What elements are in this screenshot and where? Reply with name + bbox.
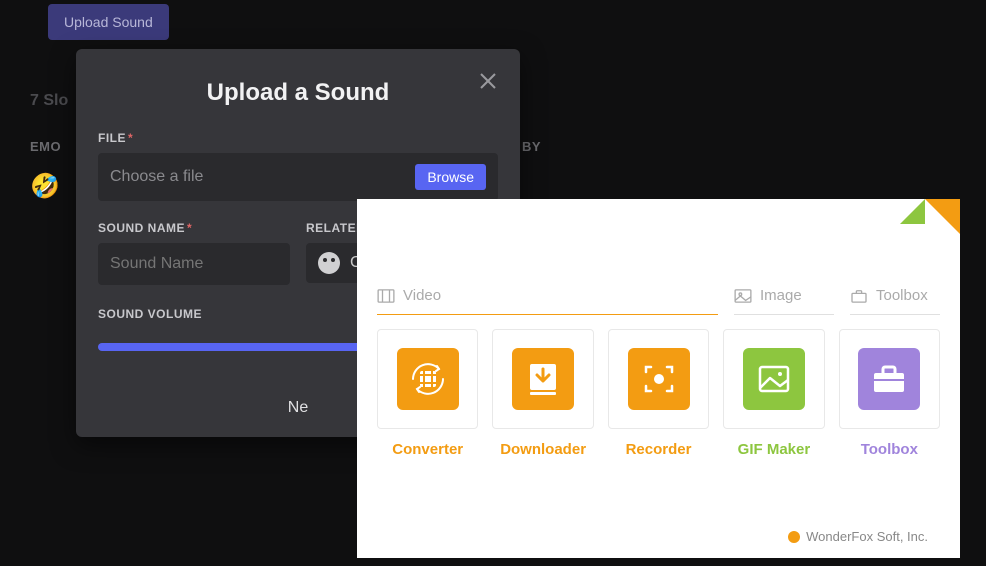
emoji-column-label: EMO [30, 139, 61, 154]
tab-toolbox[interactable]: Toolbox [850, 287, 940, 315]
tile-toolbox[interactable]: Toolbox [839, 329, 940, 458]
corner-decoration-green [900, 199, 925, 224]
tab-image[interactable]: Image [734, 287, 834, 315]
toolbox-tile-icon [858, 348, 920, 410]
converter-icon [397, 348, 459, 410]
video-icon [377, 289, 395, 303]
wonderfox-footer: WonderFox Soft, Inc. [788, 529, 928, 544]
gifmaker-icon [743, 348, 805, 410]
tile-downloader[interactable]: Downloader [492, 329, 593, 458]
close-icon[interactable] [476, 69, 500, 93]
file-placeholder: Choose a file [110, 168, 203, 186]
wonderfox-logo-icon [788, 531, 800, 543]
modal-title: Upload a Sound [98, 79, 498, 107]
sound-name-label: SOUND NAME* [98, 221, 290, 235]
wonderfox-panel: Video Image Toolbox Converter Downloader [357, 199, 960, 558]
slots-text: 7 Slo [30, 92, 68, 110]
file-input[interactable]: Choose a file Browse [98, 153, 498, 201]
tile-gifmaker[interactable]: GIF Maker [723, 329, 824, 458]
smiley-icon [318, 252, 340, 274]
image-icon [734, 289, 752, 303]
sound-name-input[interactable] [98, 243, 290, 285]
corner-decoration-orange [925, 199, 960, 234]
downloader-icon [512, 348, 574, 410]
browse-button[interactable]: Browse [415, 164, 486, 190]
file-label: FILE* [98, 131, 498, 145]
tile-converter[interactable]: Converter [377, 329, 478, 458]
tile-recorder[interactable]: Recorder [608, 329, 709, 458]
tab-video[interactable]: Video [377, 287, 718, 315]
upload-sound-button[interactable]: Upload Sound [48, 4, 169, 40]
toolbox-icon [850, 289, 868, 303]
emoji-cell: 🤣 [30, 172, 60, 201]
recorder-icon [628, 348, 690, 410]
